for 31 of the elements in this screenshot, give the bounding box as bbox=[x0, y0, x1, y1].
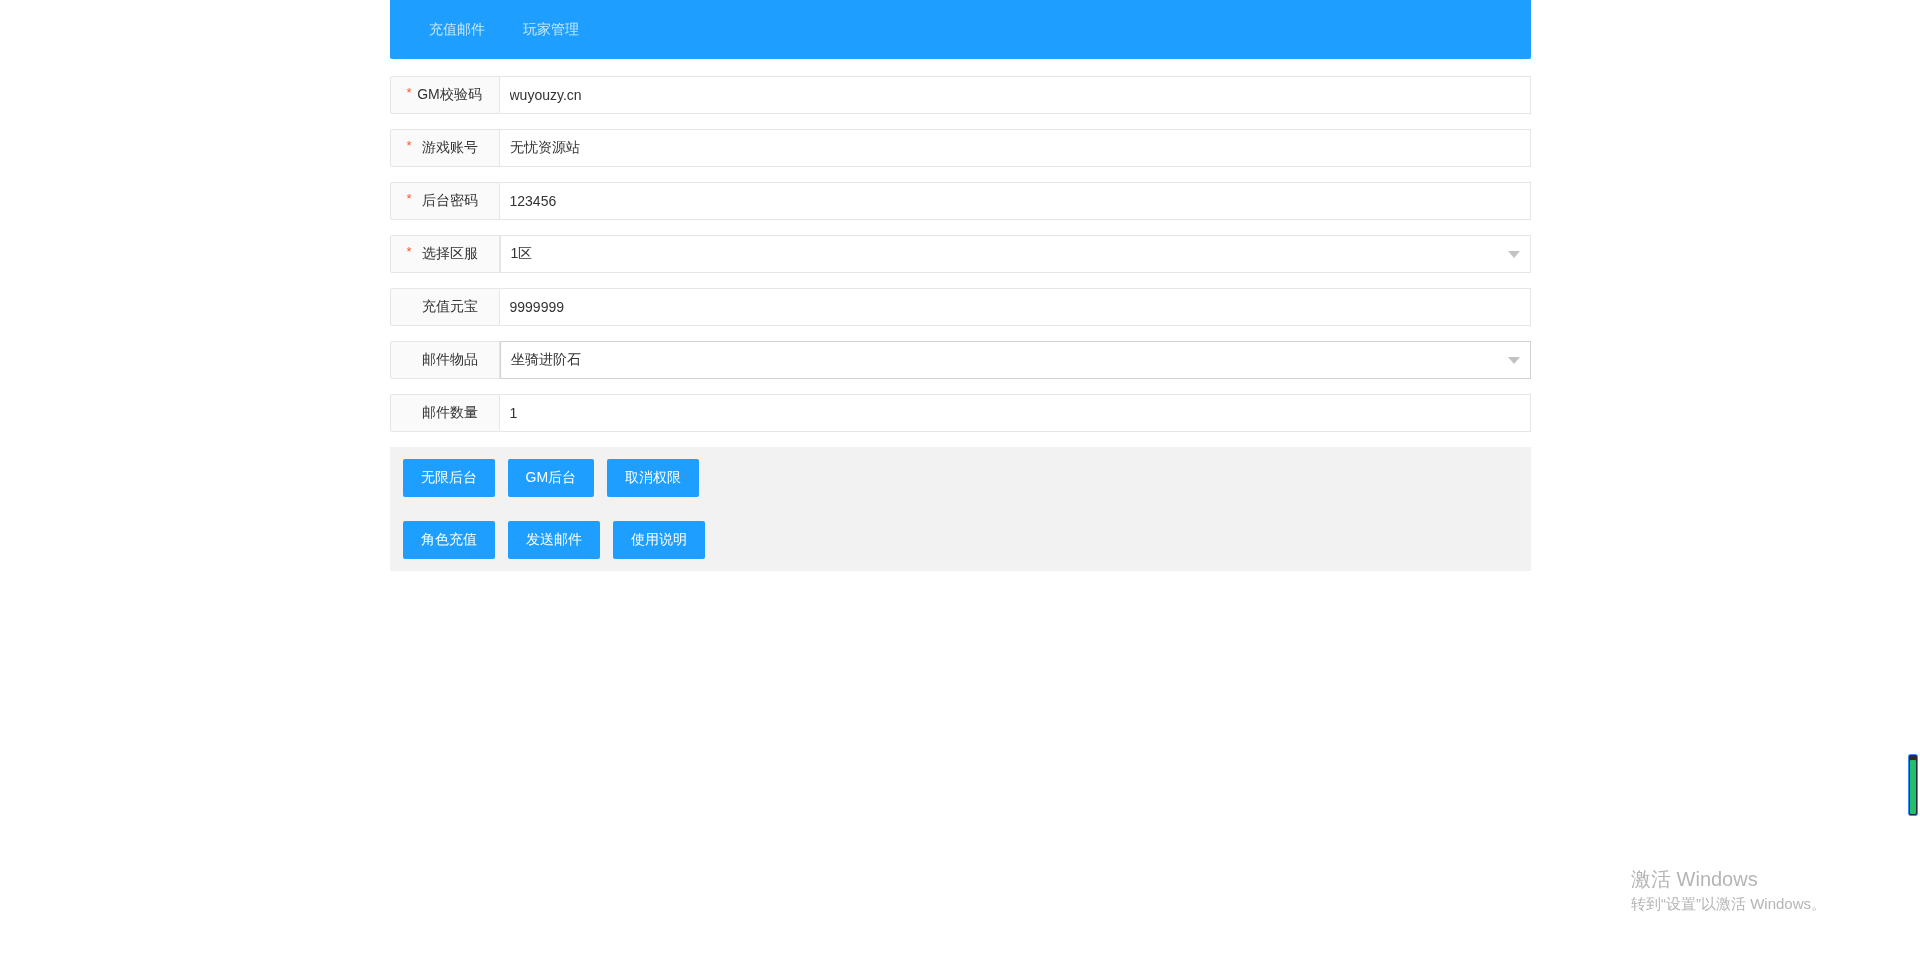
input-field[interactable]: wuyouzy.cn bbox=[499, 76, 1531, 114]
field-label: 邮件物品 bbox=[389, 341, 500, 379]
required-mark: * bbox=[406, 85, 412, 100]
input-field[interactable]: 123456 bbox=[499, 182, 1531, 220]
select-field[interactable]: 坐骑进阶石 bbox=[499, 341, 1531, 379]
action-button[interactable]: 使用说明 bbox=[612, 521, 705, 559]
action-button[interactable]: 取消权限 bbox=[607, 459, 700, 497]
nav-link[interactable]: 充值邮件 bbox=[418, 0, 495, 59]
nav-link[interactable]: 玩家管理 bbox=[512, 0, 589, 59]
caret-icon bbox=[1507, 356, 1520, 364]
field-label: 充值元宝 bbox=[389, 288, 500, 326]
meter-widget-icon bbox=[1908, 754, 1918, 816]
required-mark: * bbox=[406, 191, 412, 206]
field-label: * 选择区服 bbox=[389, 235, 500, 273]
field-label: * GM校验码 bbox=[389, 76, 500, 114]
required-mark: * bbox=[406, 138, 412, 153]
required-mark: * bbox=[406, 244, 412, 259]
caret-icon bbox=[1507, 250, 1520, 258]
field-label: * 游戏账号 bbox=[389, 129, 500, 167]
action-button[interactable]: 发送邮件 bbox=[507, 521, 600, 559]
select-field[interactable]: 1区 bbox=[499, 235, 1531, 273]
field-label: * 后台密码 bbox=[389, 182, 500, 220]
activation-title: 激活 Windows bbox=[1631, 867, 1759, 892]
action-button[interactable]: 角色充值 bbox=[402, 521, 495, 559]
input-field[interactable]: 无忧资源站 bbox=[499, 129, 1531, 167]
field-label: 邮件数量 bbox=[389, 394, 500, 432]
input-field[interactable]: 9999999 bbox=[499, 288, 1531, 326]
action-button[interactable]: GM后台 bbox=[507, 459, 595, 497]
activation-subtitle: 转到“设置”以激活 Windows。 bbox=[1631, 895, 1826, 914]
input-field[interactable]: 1 bbox=[499, 394, 1531, 432]
action-button[interactable]: 无限后台 bbox=[402, 459, 495, 497]
